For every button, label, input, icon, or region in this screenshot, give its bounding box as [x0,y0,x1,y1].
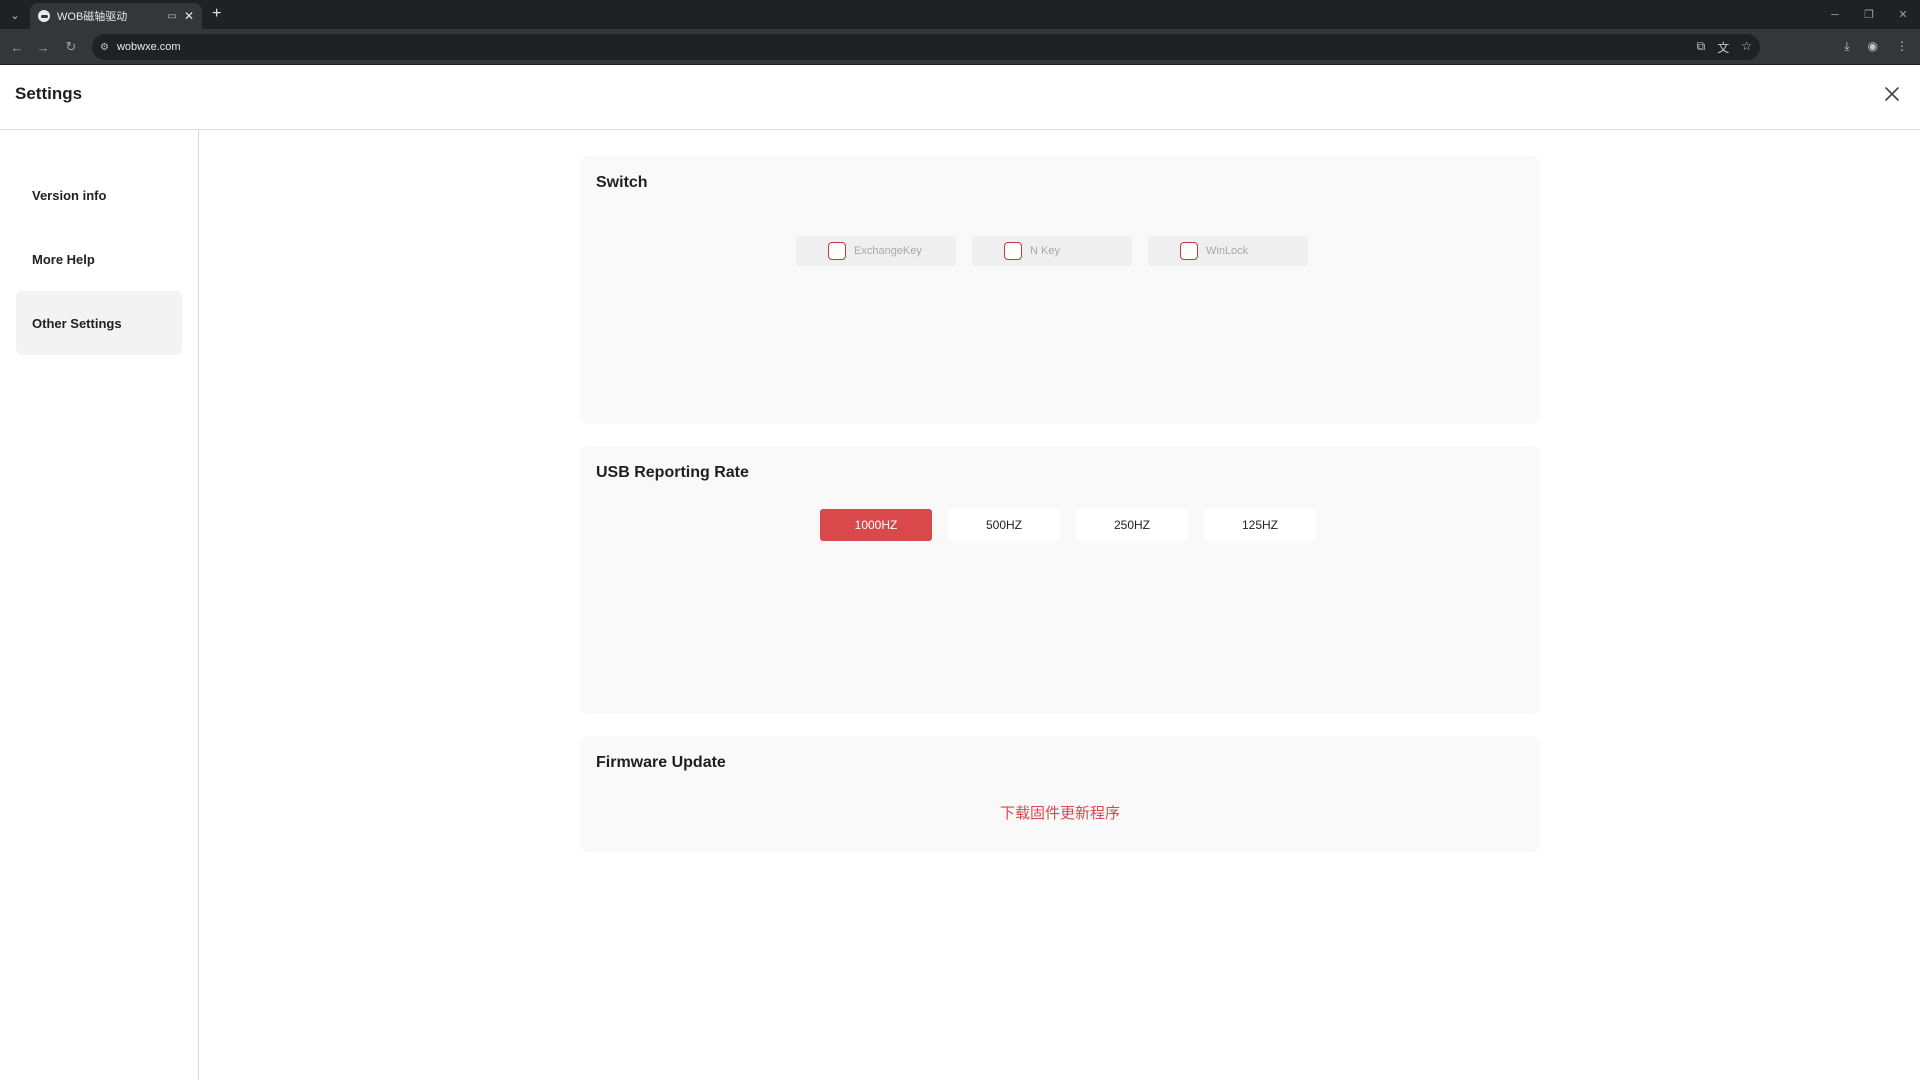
switch-section-title: Switch [596,174,648,191]
window-controls: ─ ❐ ✕ [1818,0,1920,29]
tab-search-chevron-icon[interactable]: ⌄ [6,6,24,24]
bookmark-star-icon[interactable]: ☆ [1741,39,1752,56]
minimize-icon[interactable]: ─ [1818,0,1852,29]
settings-header: Settings [0,65,1920,130]
settings-content: Switch ExchangeKey N Key WinLock USB Rep… [200,130,1920,1080]
reload-icon[interactable]: ↻ [62,38,80,56]
translate-icon[interactable]: 文 [1717,39,1729,56]
omnibox-actions: ⧉ 文 ☆ [1697,39,1752,56]
browser-tab-bar: ⌄ WOB磁轴驱动 ▭ ✕ + ─ ❐ ✕ [0,0,1920,29]
checkbox-square-icon[interactable] [1180,242,1198,260]
browser-toolbar: ← → ↻ ⚙ wobwxe.com ⧉ 文 ☆ ⤓ ◉ ⋮ [0,29,1920,65]
firmware-card: Firmware Update 下载固件更新程序 [580,736,1540,852]
address-bar[interactable]: ⚙ wobwxe.com ⧉ 文 ☆ [92,34,1760,60]
checkbox-label: WinLock [1206,245,1249,257]
rate-500hz-button[interactable]: 500HZ [948,509,1060,541]
checkbox-label: ExchangeKey [854,245,922,257]
browser-tab[interactable]: WOB磁轴驱动 ▭ ✕ [30,3,202,29]
site-info-icon[interactable]: ⚙ [100,42,109,53]
checkbox-square-icon[interactable] [828,242,846,260]
rate-options: 1000HZ 500HZ 250HZ 125HZ [820,509,1316,541]
rate-1000hz-button[interactable]: 1000HZ [820,509,932,541]
sidebar-item-other-settings[interactable]: Other Settings [16,291,182,355]
sidebar-item-version-info[interactable]: Version info [16,163,182,227]
settings-sidebar: Version info More Help Other Settings [0,130,199,1080]
firmware-section-title: Firmware Update [596,754,726,771]
exchangekey-checkbox[interactable]: ExchangeKey [796,236,956,266]
sidebar-item-label: Version info [32,187,107,203]
new-tab-button[interactable]: + [212,5,221,23]
forward-arrow-icon[interactable]: → [34,38,52,56]
nkey-checkbox[interactable]: N Key [972,236,1132,266]
tab-media-icon[interactable]: ▭ [167,11,176,22]
switch-card: Switch ExchangeKey N Key WinLock [580,156,1540,424]
tab-title: WOB磁轴驱动 [57,11,128,23]
profile-icon[interactable]: ◉ [1868,39,1878,54]
install-app-icon[interactable]: ⧉ [1697,39,1706,56]
window-close-icon[interactable]: ✕ [1886,0,1920,29]
checkbox-square-icon[interactable] [1004,242,1022,260]
restore-icon[interactable]: ❐ [1852,0,1886,29]
tab-close-icon[interactable]: ✕ [184,9,194,23]
rate-125hz-button[interactable]: 125HZ [1204,509,1316,541]
site-favicon-icon [38,10,50,22]
menu-kebab-icon[interactable]: ⋮ [1896,39,1908,54]
back-arrow-icon[interactable]: ← [8,38,26,56]
winlock-checkbox[interactable]: WinLock [1148,236,1308,266]
usb-rate-card: USB Reporting Rate 1000HZ 500HZ 250HZ 12… [580,446,1540,714]
close-icon [1885,87,1899,101]
download-icon[interactable]: ⤓ [1844,39,1849,54]
checkbox-label: N Key [1030,245,1060,257]
download-firmware-link[interactable]: 下载固件更新程序 [580,802,1540,823]
url-text[interactable]: wobwxe.com [117,41,181,53]
toolbar-actions: ⤓ ◉ ⋮ [1844,39,1908,54]
sidebar-item-more-help[interactable]: More Help [16,227,182,291]
sidebar-item-label: Other Settings [32,315,122,331]
usb-section-title: USB Reporting Rate [596,464,749,481]
close-settings-button[interactable] [1880,82,1904,106]
page-title: Settings [15,84,83,103]
rate-250hz-button[interactable]: 250HZ [1076,509,1188,541]
switch-options: ExchangeKey N Key WinLock [796,236,1308,266]
sidebar-item-label: More Help [32,251,95,267]
